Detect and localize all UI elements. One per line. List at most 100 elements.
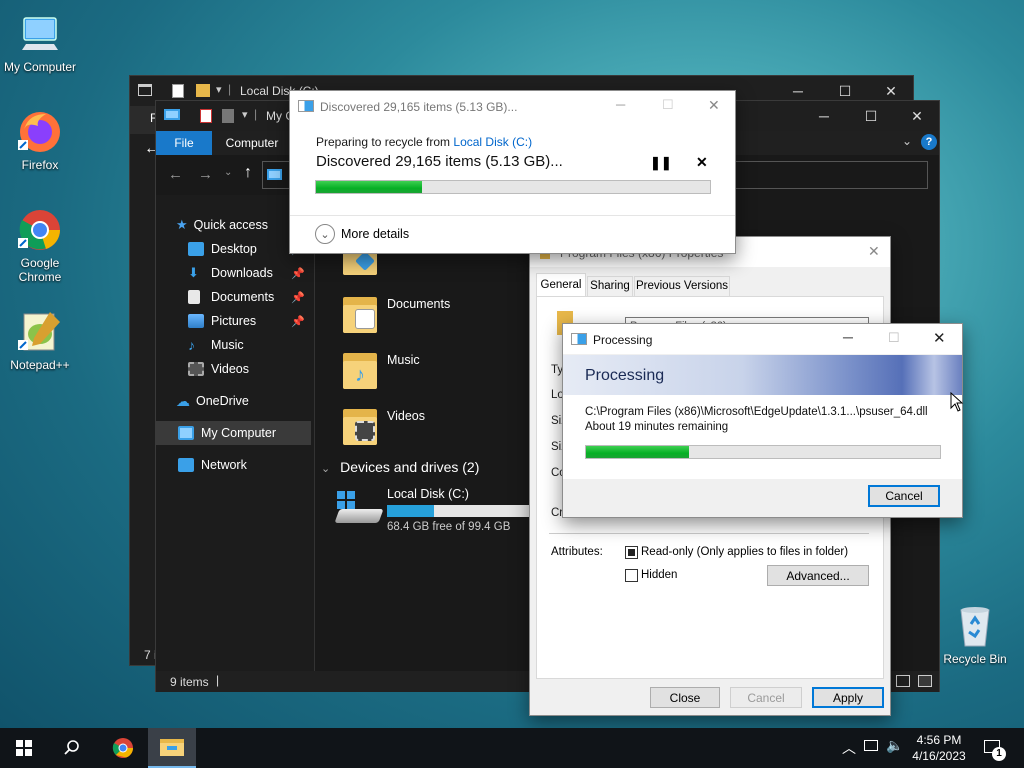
tab-strip: General Sharing Previous Versions [536, 273, 886, 297]
nav-item-quick-access[interactable]: ★ Quick access [156, 213, 311, 237]
chevron-down-circle-icon: ⌄ [315, 224, 335, 244]
close-button[interactable]: Close [650, 687, 720, 708]
search-button[interactable] [48, 728, 96, 768]
search-box[interactable] [716, 161, 928, 189]
apply-button[interactable]: Apply [812, 687, 884, 708]
desktop-icon-chrome[interactable]: Google Chrome [0, 206, 80, 284]
nav-item-network[interactable]: Network [156, 453, 311, 477]
cancel-x-button[interactable]: ✕ [696, 154, 708, 171]
dialog-title: Discovered 29,165 items (5.13 GB)... [320, 100, 518, 114]
nav-item-label: Music [211, 338, 244, 352]
tab-previous-versions[interactable]: Previous Versions [634, 276, 730, 297]
close-button[interactable]: ✕ [708, 97, 720, 114]
pin-icon[interactable]: 📌 [291, 267, 305, 280]
properties-check-icon[interactable] [172, 84, 184, 98]
volume-icon[interactable]: 🔈 [886, 737, 903, 754]
nav-item-downloads[interactable]: ⬇ Downloads 📌 [156, 261, 311, 285]
title-separator: | [228, 82, 232, 96]
title-bar[interactable]: Processing ─ ☐ ✕ [563, 324, 962, 354]
pin-icon[interactable]: 📌 [291, 315, 305, 328]
folder-item[interactable]: Videos [339, 405, 519, 451]
nav-item-label: Desktop [211, 242, 257, 256]
windows-drive-icon [334, 491, 384, 525]
folder-icon[interactable] [196, 84, 210, 97]
drive-name: Local Disk (C:) [387, 487, 469, 501]
nav-item-label: OneDrive [196, 394, 249, 408]
ribbon-tab-file[interactable]: File [156, 131, 212, 155]
close-button[interactable]: ✕ [933, 329, 946, 347]
details-view-icon[interactable] [896, 675, 910, 687]
nav-item-label: My Computer [201, 426, 277, 440]
nav-item-videos[interactable]: Videos [156, 357, 311, 381]
ribbon-tab-computer[interactable]: Computer [216, 131, 288, 155]
large-icons-view-icon[interactable] [918, 675, 932, 687]
folder-item[interactable]: ♪ Music [339, 349, 519, 395]
pause-button[interactable]: ❚❚ [650, 155, 672, 171]
monitor-icon [164, 109, 180, 120]
chrome-icon [112, 738, 133, 758]
cancel-button[interactable]: Cancel [868, 485, 940, 507]
close-button[interactable]: ✕ [868, 243, 880, 260]
mouse-cursor [950, 392, 964, 412]
show-hidden-icons-icon[interactable]: ︿ [842, 738, 856, 758]
chevron-down-icon[interactable]: ▾ [216, 83, 222, 96]
help-icon[interactable]: ? [921, 134, 937, 150]
folder-name: Music [387, 353, 420, 367]
taskbar: ︿ 🔈 4:56 PM 4/16/2023 1 [0, 728, 1024, 768]
maximize-button[interactable]: ☐ [888, 330, 900, 346]
nav-item-pictures[interactable]: Pictures 📌 [156, 309, 311, 333]
start-button[interactable] [0, 728, 48, 768]
progress-headline: Discovered 29,165 items (5.13 GB)... [316, 153, 563, 170]
title-bar[interactable]: Discovered 29,165 items (5.13 GB)... ─ ☐… [290, 91, 735, 121]
file-move-icon [571, 333, 587, 345]
notification-badge: 1 [992, 747, 1006, 761]
blank-file-icon[interactable] [222, 109, 234, 123]
desktop-icon-recycle-bin[interactable]: Recycle Bin [935, 602, 1015, 666]
nav-item-label: Documents [211, 290, 275, 304]
clock[interactable]: 4:56 PM 4/16/2023 [906, 732, 972, 764]
nav-item-onedrive[interactable]: ☁ OneDrive [156, 389, 311, 413]
desktop-icon-label: Recycle Bin [943, 652, 1007, 666]
chevron-down-icon[interactable]: ▾ [242, 108, 248, 121]
navigation-pane: ★ Quick access Desktop 📌 ⬇ Downloads 📌 D… [156, 195, 314, 671]
folder-item[interactable]: Documents [339, 293, 519, 339]
desktop-icon-firefox[interactable]: Firefox [0, 108, 80, 172]
nav-item-music[interactable]: ♪ Music [156, 333, 311, 357]
maximize-button[interactable]: ☐ [662, 97, 674, 113]
hidden-checkbox[interactable] [625, 569, 638, 582]
tab-sharing[interactable]: Sharing [587, 276, 633, 297]
nav-item-documents[interactable]: Documents 📌 [156, 285, 311, 309]
back-arrow-icon[interactable]: ← [168, 166, 183, 183]
up-arrow-icon[interactable]: ↑ [244, 164, 252, 182]
ribbon-expand-chevron-icon[interactable]: ⌄ [902, 134, 912, 148]
recent-chevron-icon[interactable]: ⌄ [224, 167, 232, 178]
taskbar-chrome[interactable] [99, 728, 147, 768]
desktop-icon-label: Firefox [21, 158, 59, 172]
maximize-button[interactable]: ☐ [848, 101, 894, 131]
source-link[interactable]: Local Disk (C:) [453, 135, 532, 149]
pin-icon[interactable]: 📌 [291, 291, 305, 304]
more-details-toggle[interactable]: ⌄ More details [315, 223, 409, 245]
taskbar-file-explorer[interactable] [148, 728, 196, 768]
desktop-icon-my-computer[interactable]: My Computer [0, 10, 80, 74]
star-icon: ★ [176, 217, 188, 232]
chrome-icon [16, 206, 64, 254]
tab-general[interactable]: General [536, 273, 586, 297]
action-center-button[interactable]: 1 [980, 728, 1024, 768]
nav-item-desktop[interactable]: Desktop 📌 [156, 237, 311, 261]
minimize-button[interactable]: ─ [616, 97, 625, 112]
forward-arrow-icon[interactable]: → [198, 166, 213, 183]
close-button[interactable]: ✕ [894, 101, 940, 131]
minimize-button[interactable]: ─ [801, 101, 847, 131]
properties-check-icon[interactable] [200, 109, 212, 123]
readonly-checkbox[interactable] [625, 546, 638, 559]
nav-item-my-computer[interactable]: My Computer [156, 421, 311, 445]
address-bar[interactable] [262, 161, 292, 189]
recycle-progress-dialog[interactable]: Discovered 29,165 items (5.13 GB)... ─ ☐… [289, 90, 736, 254]
film-icon [188, 362, 204, 376]
advanced-button[interactable]: Advanced... [767, 565, 869, 586]
network-status-icon[interactable] [864, 740, 878, 751]
processing-dialog[interactable]: Processing ─ ☐ ✕ Processing C:\Program F… [562, 323, 963, 518]
desktop-icon-notepadpp[interactable]: Notepad++ [0, 308, 80, 372]
minimize-button[interactable]: ─ [843, 329, 853, 345]
